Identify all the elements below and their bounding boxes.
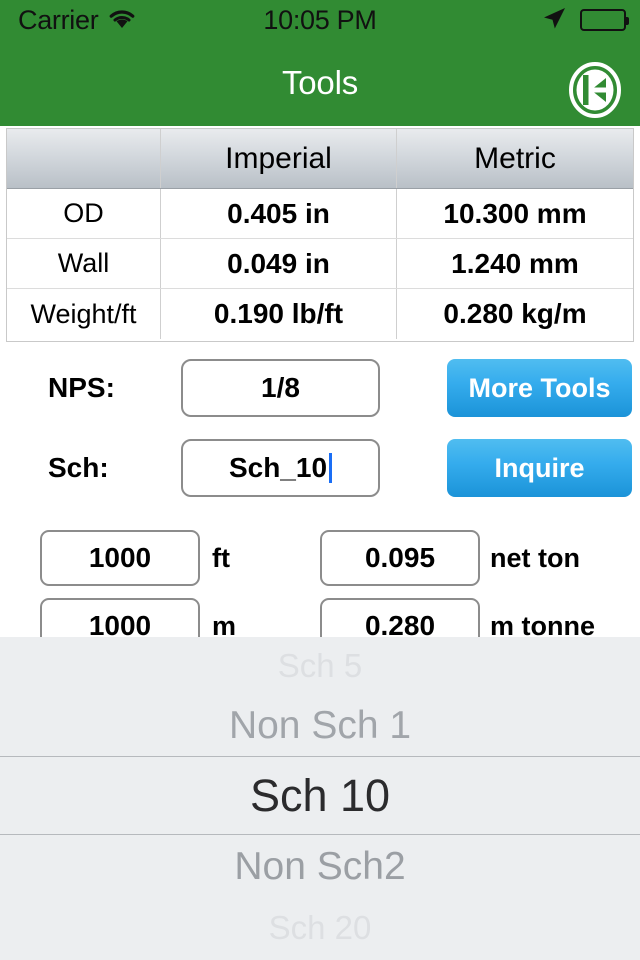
conversion-row: 1000 ft 0.095 net ton [0,530,640,586]
status-bar: Carrier 10:05 PM [0,0,640,40]
nps-input-value: 1/8 [261,372,300,403]
row-metric-wall: 1.240 mm [451,247,579,279]
row-metric-od: 10.300 mm [443,197,587,229]
table-header-row: Imperial Metric [7,129,633,189]
length-feet-unit: ft [212,542,230,573]
text-cursor [329,453,333,483]
row-imperial-wall: 0.049 in [227,247,330,279]
row-label-wall: Wall [57,248,110,278]
sch-input-value: Sch_10 [228,452,328,483]
more-tools-label: More Tools [468,372,611,403]
table-row: OD 0.405 in 10.300 mm [7,189,633,239]
table-row: Weight/ft 0.190 lb/ft 0.280 kg/m [7,289,633,339]
row-label-weight: Weight/ft [30,298,137,329]
nps-label: NPS: [48,372,115,403]
nps-row: NPS: 1/8 More Tools [0,359,640,417]
sch-label: Sch: [48,452,109,483]
weight-netton-value: 0.095 [364,542,436,573]
row-label-od: OD [63,198,104,228]
picker-item[interactable]: Non Sch2 [0,836,640,898]
row-imperial-od: 0.405 in [227,197,330,229]
sch-input[interactable]: Sch_10 [181,439,380,497]
picker-selection-band [0,756,640,835]
table-header-metric: Metric [474,141,556,175]
sch-row: Sch: Sch_10 Inquire [0,439,640,497]
location-arrow-icon [541,5,567,36]
picker-item[interactable]: Sch 5 [0,637,640,695]
table-header-imperial: Imperial [225,141,332,175]
picker-item[interactable]: Non Sch 1 [0,695,640,756]
row-metric-weight: 0.280 kg/m [443,298,587,329]
row-imperial-weight: 0.190 lb/ft [213,298,344,329]
battery-full-icon [580,9,629,31]
company-logo-icon[interactable] [568,61,622,119]
nps-input[interactable]: 1/8 [181,359,380,417]
length-feet-value: 1000 [88,542,152,573]
weight-netton-unit: net ton [490,542,580,573]
inquire-button[interactable]: Inquire [447,439,632,497]
status-bar-right [541,0,629,40]
schedule-picker[interactable]: Sch 5 Non Sch 1 Sch 10 Non Sch2 Sch 20 [0,637,640,960]
inquire-label: Inquire [494,452,585,483]
weight-netton-input[interactable]: 0.095 [320,530,480,586]
page-title: Tools [281,64,359,101]
navigation-bar: Tools [0,40,640,126]
length-feet-input[interactable]: 1000 [40,530,200,586]
picker-item[interactable]: Sch 20 [0,899,640,957]
specifications-table: Imperial Metric OD 0.405 in 10.300 mm Wa… [6,128,634,342]
more-tools-button[interactable]: More Tools [447,359,632,417]
table-header-blank [7,129,160,188]
table-row: Wall 0.049 in 1.240 mm [7,239,633,289]
app-screen: Carrier 10:05 PM Tools Imperial Metric O… [0,0,640,960]
